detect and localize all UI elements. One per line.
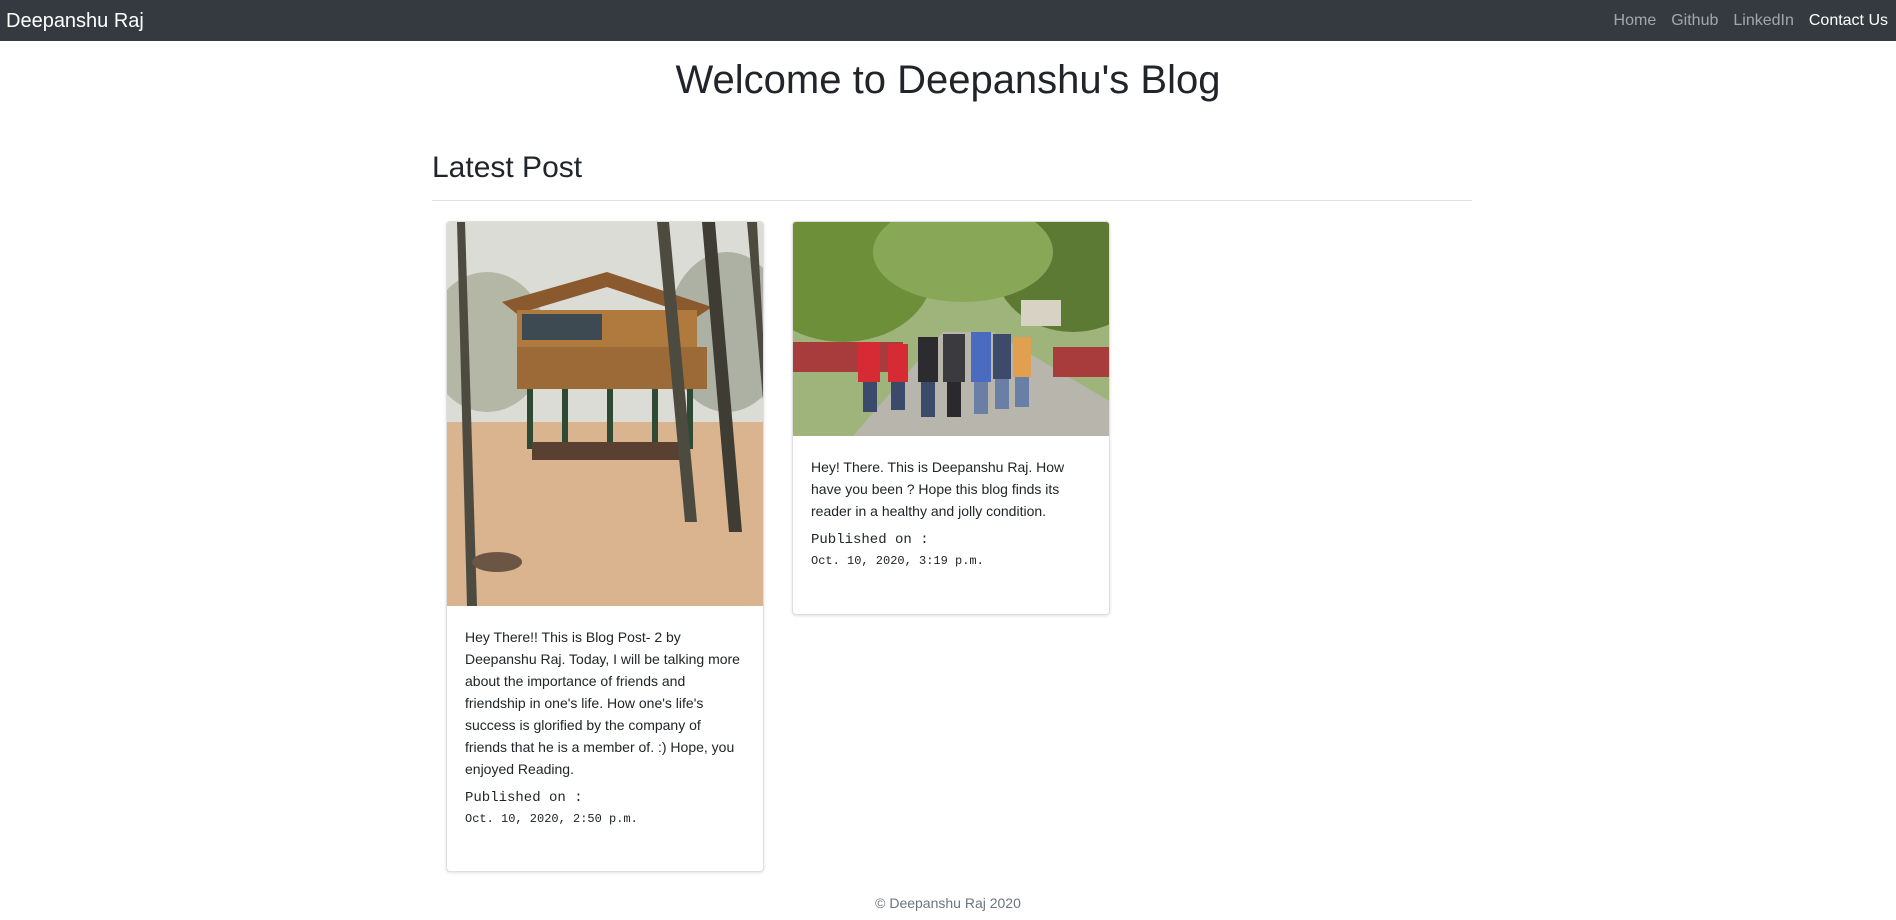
- footer: © Deepanshu Raj 2020: [875, 895, 1021, 911]
- post-card-body: Hey There!! This is Blog Post- 2 by Deep…: [447, 606, 763, 846]
- section-heading: Latest Post: [432, 151, 583, 184]
- post-text: Hey There!! This is Blog Post- 2 by Deep…: [465, 629, 740, 777]
- published-label: Published on :: [465, 790, 583, 806]
- page-title: Welcome to Deepanshu's Blog: [675, 58, 1221, 102]
- post-card-body: Hey! There. This is Deepanshu Raj. How h…: [793, 436, 1109, 588]
- post-card[interactable]: Hey There!! This is Blog Post- 2 by Deep…: [446, 221, 764, 872]
- published-label: Published on :: [811, 532, 929, 548]
- nav-links: Home Github LinkedIn Contact Us: [1614, 12, 1888, 30]
- published-date: Oct. 10, 2020, 2:50 p.m.: [465, 812, 638, 826]
- nav-link-contact-us[interactable]: Contact Us: [1809, 12, 1888, 30]
- nav-link-github[interactable]: Github: [1671, 12, 1718, 30]
- post-card[interactable]: Hey! There. This is Deepanshu Raj. How h…: [792, 221, 1110, 615]
- latest-post-section: Latest Post: [432, 150, 1472, 209]
- treehouse-photo: [447, 222, 763, 606]
- section-divider: [432, 200, 1472, 201]
- post-text: Hey! There. This is Deepanshu Raj. How h…: [811, 459, 1065, 519]
- published-date: Oct. 10, 2020, 3:19 p.m.: [811, 554, 984, 568]
- friends-walking-photo: [793, 222, 1109, 436]
- brand-link[interactable]: Deepanshu Raj: [6, 11, 144, 31]
- nav-link-linkedin[interactable]: LinkedIn: [1733, 12, 1794, 30]
- navbar: Deepanshu Raj Home Github LinkedIn Conta…: [0, 0, 1896, 41]
- nav-link-home[interactable]: Home: [1614, 12, 1657, 30]
